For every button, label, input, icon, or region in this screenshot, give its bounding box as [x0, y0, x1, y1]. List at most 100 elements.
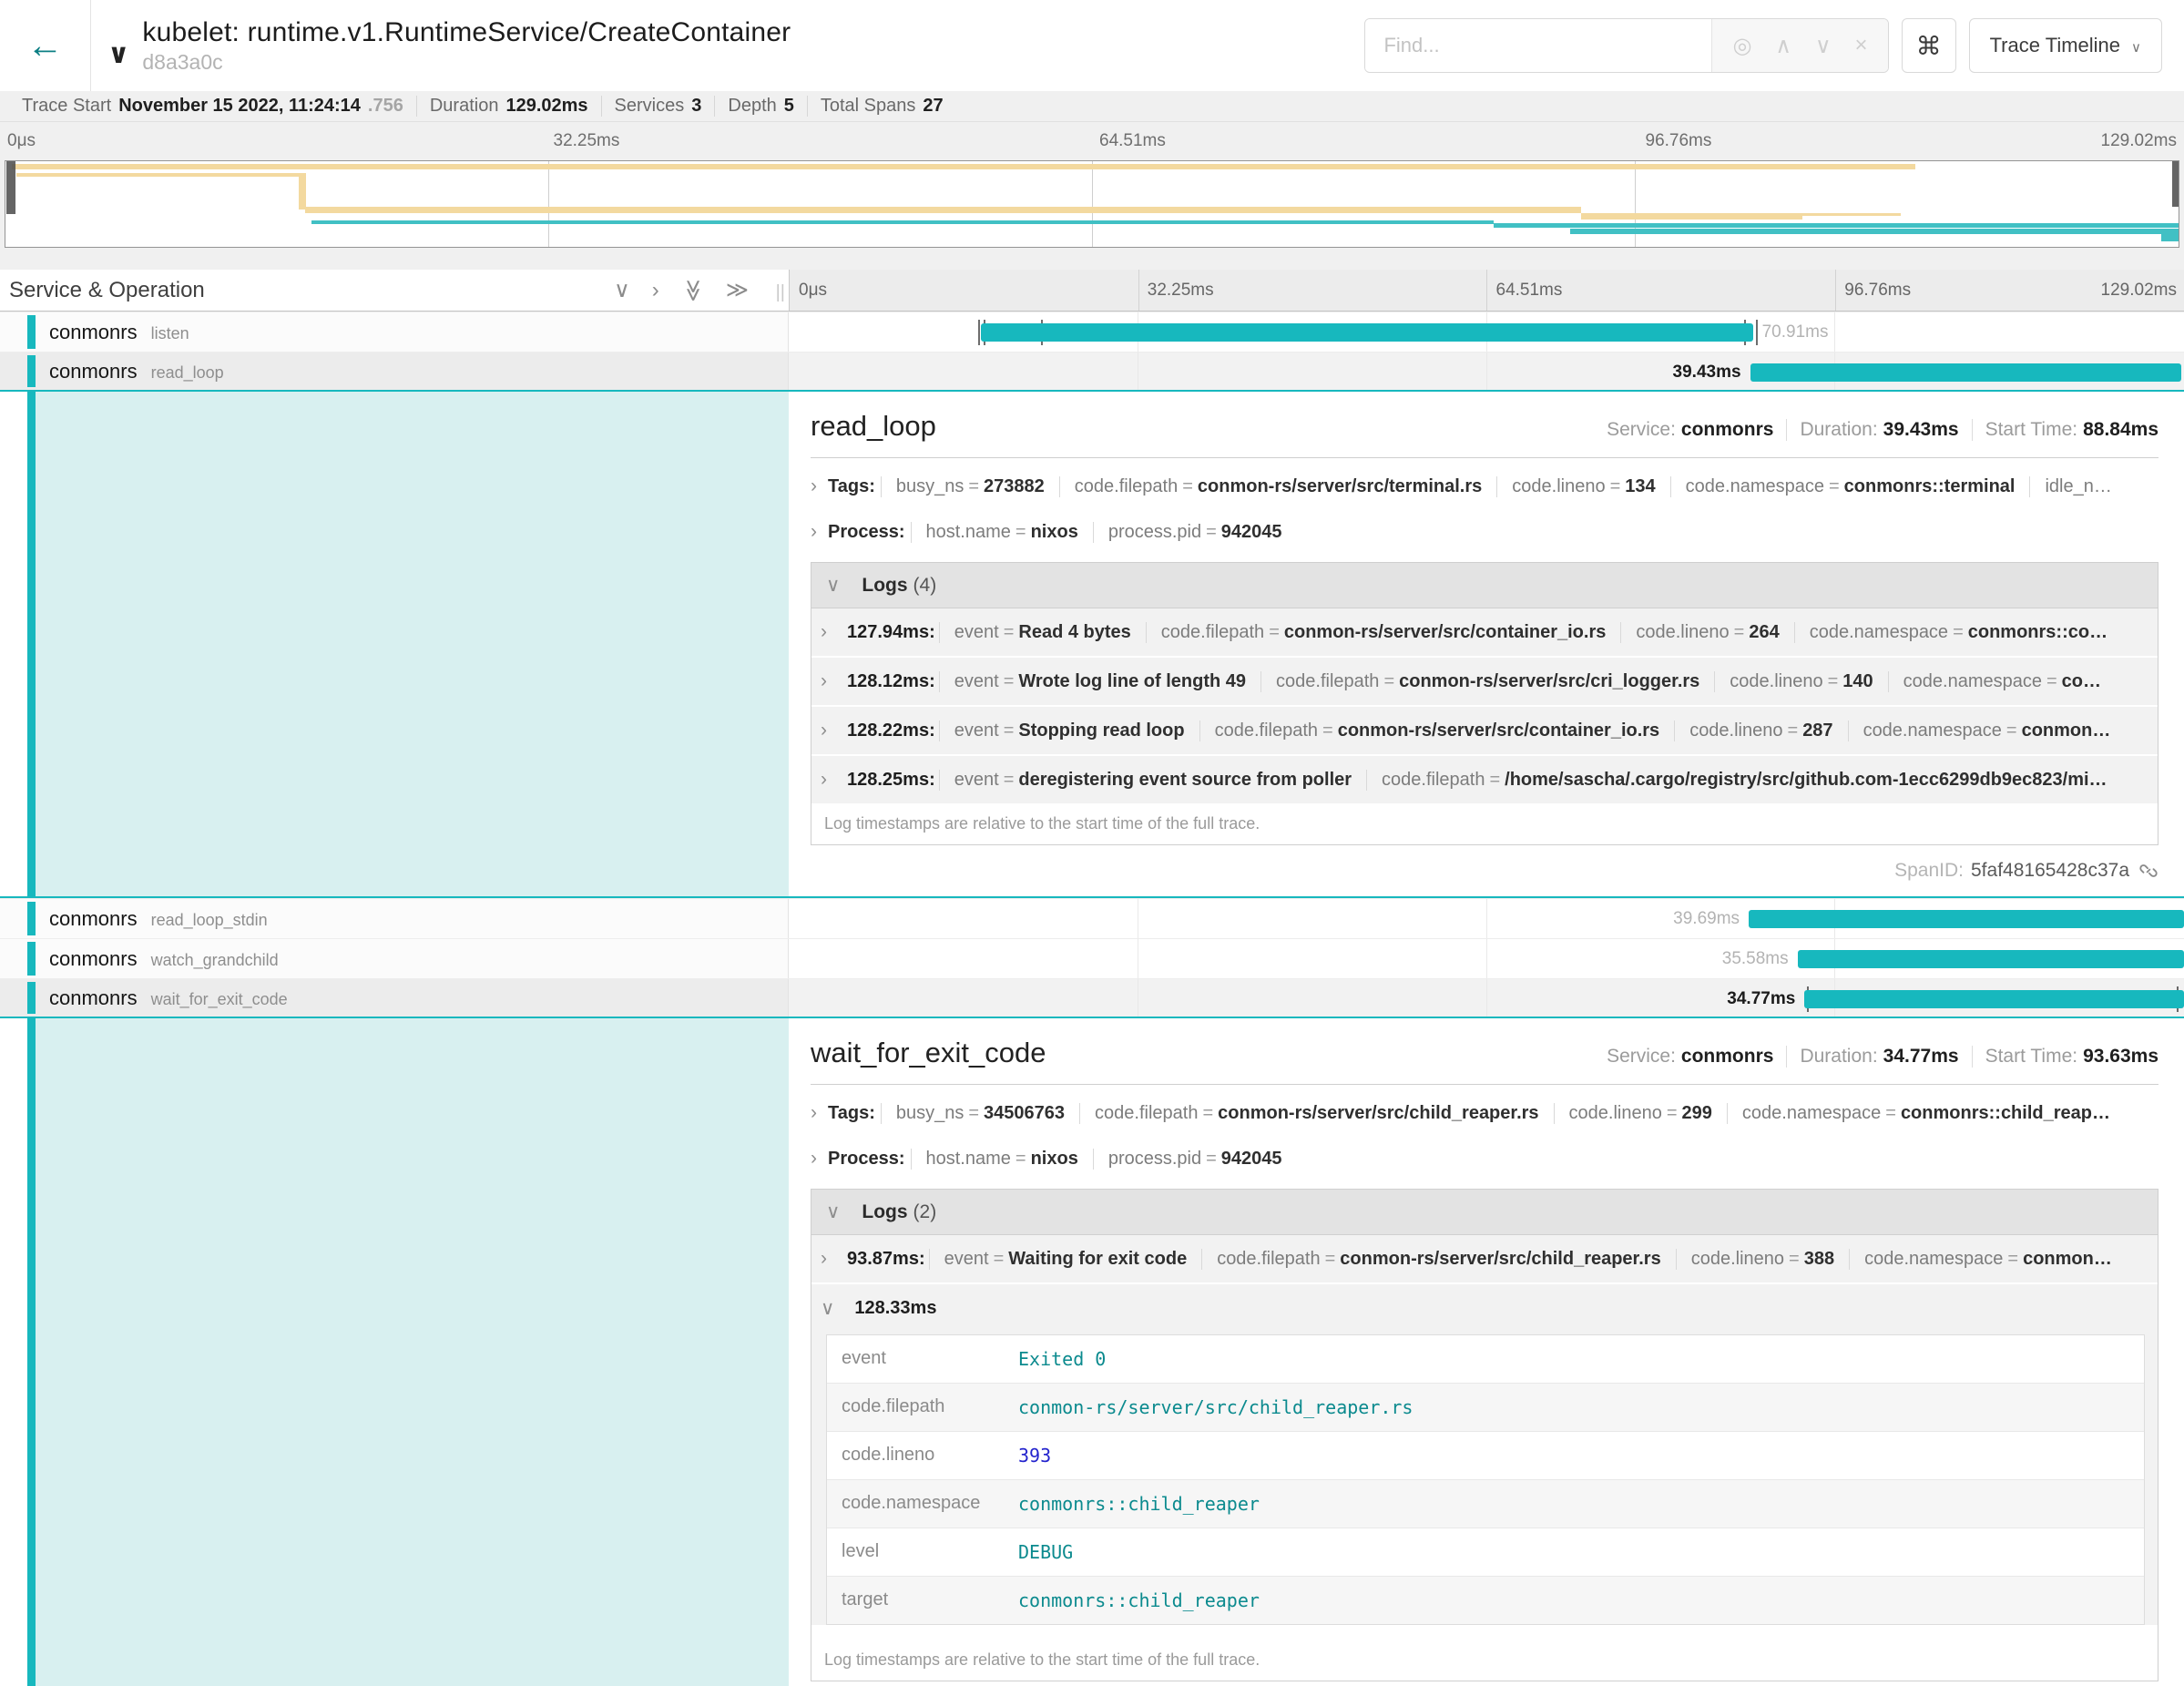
- service-color-bar: [27, 982, 36, 1014]
- back-button[interactable]: ←: [0, 0, 91, 91]
- process-item[interactable]: host.name=nixos: [911, 522, 1093, 543]
- log-field-row: code.filepathconmon-rs/server/src/child_…: [827, 1383, 2144, 1431]
- summary-label: Trace Start: [22, 96, 111, 117]
- find-input[interactable]: [1365, 19, 1711, 72]
- keyboard-shortcuts-button[interactable]: ⌘: [1902, 18, 1956, 73]
- tag-key: code.namespace: [1686, 476, 1824, 496]
- span-row[interactable]: conmonrswait_for_exit_code34.77ms: [0, 978, 2184, 1018]
- find-clear-icon[interactable]: ×: [1855, 33, 1868, 58]
- process-item[interactable]: process.pid=942045: [1093, 1149, 1297, 1170]
- log-field-item[interactable]: code.lineno=264: [1620, 622, 1793, 643]
- tag-value: Read 4 bytes: [1018, 622, 1130, 642]
- log-field-item[interactable]: code.filepath=conmon-rs/server/src/cri_l…: [1260, 671, 1714, 692]
- log-field-item[interactable]: code.lineno=388: [1676, 1249, 1849, 1270]
- log-field-item[interactable]: code.filepath=conmon-rs/server/src/conta…: [1199, 720, 1675, 741]
- tags-row[interactable]: ›Tags:busy_ns=273882code.filepath=conmon…: [811, 464, 2158, 509]
- log-timestamp: 128.25ms:: [847, 770, 935, 791]
- logs-header[interactable]: ∨Logs(2): [811, 1190, 2158, 1235]
- meta-start-time: Start Time:93.63ms: [1973, 1046, 2158, 1068]
- log-field-item[interactable]: event=Waiting for exit code: [929, 1249, 1202, 1270]
- ruler-tick-label: 0μs: [7, 131, 36, 151]
- log-entry-row[interactable]: ›128.25ms:event=deregistering event sour…: [811, 754, 2158, 803]
- span-name-cell[interactable]: conmonrswatch_grandchild: [0, 939, 789, 978]
- span-name-cell[interactable]: conmonrsread_loop: [0, 353, 789, 390]
- tag-item[interactable]: busy_ns=273882: [881, 476, 1059, 497]
- tag-value: 942045: [1221, 1149, 1282, 1169]
- log-entry-expanded-header[interactable]: ∨128.33ms: [811, 1282, 2158, 1333]
- collapse-all-icon[interactable]: ≫: [681, 279, 703, 301]
- minimap-range-handle[interactable]: [2172, 161, 2179, 207]
- span-row[interactable]: conmonrswatch_grandchild35.58ms: [0, 938, 2184, 978]
- collapse-one-icon[interactable]: ∨: [614, 280, 630, 301]
- tag-item[interactable]: code.namespace=conmonrs::terminal: [1670, 476, 2030, 497]
- span-name-cell[interactable]: conmonrsread_loop_stdin: [0, 899, 789, 938]
- log-field-item[interactable]: code.filepath=/home/sascha/.cargo/regist…: [1366, 770, 2122, 791]
- logs-section: ∨Logs(2)›93.87ms:event=Waiting for exit …: [811, 1189, 2158, 1681]
- log-entry-row[interactable]: ›128.22ms:event=Stopping read loopcode.f…: [811, 705, 2158, 754]
- log-field-item[interactable]: code.lineno=287: [1674, 720, 1847, 741]
- span-row[interactable]: conmonrslisten70.91ms: [0, 312, 2184, 352]
- span-timeline-cell: 39.69ms: [789, 899, 2184, 938]
- span-name-cell[interactable]: conmonrswait_for_exit_code: [0, 979, 789, 1017]
- logs-header[interactable]: ∨Logs(4): [811, 563, 2158, 608]
- log-field-item[interactable]: event=deregistering event source from po…: [939, 770, 1366, 791]
- trace-timeline-minimap[interactable]: [5, 160, 2179, 248]
- tag-item[interactable]: code.filepath=conmon-rs/server/src/child…: [1079, 1103, 1554, 1124]
- detail-indent-fill: [36, 1018, 789, 1686]
- expand-all-icon[interactable]: ≫: [726, 280, 749, 301]
- span-bar[interactable]: [1798, 950, 2184, 968]
- equals-sign: =: [1201, 522, 1221, 542]
- tag-item[interactable]: code.lineno=134: [1496, 476, 1669, 497]
- log-field-item[interactable]: code.filepath=conmon-rs/server/src/conta…: [1146, 622, 1621, 643]
- log-field-item[interactable]: event=Wrote log line of length 49: [939, 671, 1260, 692]
- log-entry-row[interactable]: ›93.87ms:event=Waiting for exit codecode…: [811, 1235, 2158, 1282]
- tags-row[interactable]: ›Tags:busy_ns=34506763code.filepath=conm…: [811, 1090, 2158, 1136]
- find-next-icon[interactable]: ∨: [1815, 33, 1832, 59]
- tag-item[interactable]: code.filepath=conmon-rs/server/src/termi…: [1059, 476, 1496, 497]
- deep-link-icon[interactable]: [2138, 861, 2158, 881]
- span-bar[interactable]: [1750, 363, 2181, 382]
- log-entry-row[interactable]: ›128.12ms:event=Wrote log line of length…: [811, 656, 2158, 705]
- log-field-item[interactable]: code.namespace=co…: [1888, 671, 2116, 692]
- log-field-item[interactable]: event=Stopping read loop: [939, 720, 1199, 741]
- log-timestamp: 128.12ms:: [847, 671, 935, 692]
- find-prev-icon[interactable]: ∧: [1775, 33, 1791, 59]
- column-resizer-handle[interactable]: ||: [776, 282, 785, 303]
- trace-view-selector[interactable]: Trace Timeline ∨: [1969, 18, 2162, 73]
- tag-item[interactable]: idle_n…: [2029, 476, 2126, 497]
- log-fields-table: eventExited 0code.filepathconmon-rs/serv…: [826, 1334, 2145, 1625]
- tag-item[interactable]: code.lineno=299: [1554, 1103, 1727, 1124]
- minimap-span-bar: [299, 173, 306, 209]
- log-field-item[interactable]: code.namespace=conmon…: [1849, 1249, 2127, 1270]
- tag-item[interactable]: busy_ns=34506763: [881, 1103, 1079, 1124]
- span-name-cell[interactable]: conmonrslisten: [0, 312, 789, 352]
- process-row[interactable]: ›Process:host.name=nixosprocess.pid=9420…: [811, 1136, 2158, 1181]
- span-boundary-tick: [978, 320, 980, 345]
- process-item[interactable]: process.pid=942045: [1093, 522, 1297, 543]
- span-row[interactable]: conmonrsread_loop39.43ms: [0, 352, 2184, 392]
- chevron-down-icon[interactable]: ∨: [107, 38, 129, 70]
- process-item[interactable]: host.name=nixos: [911, 1149, 1093, 1170]
- log-field-item[interactable]: code.namespace=conmon…: [1848, 720, 2126, 741]
- span-bar[interactable]: [1804, 990, 2184, 1008]
- service-name: conmonrs: [49, 360, 138, 383]
- locate-icon[interactable]: ◎: [1732, 33, 1751, 59]
- span-row[interactable]: conmonrsread_loop_stdin39.69ms: [0, 898, 2184, 938]
- ruler-tick-label: 96.76ms: [1646, 131, 1712, 151]
- span-bar[interactable]: [1749, 910, 2184, 928]
- ruler-tick-label: 129.02ms: [2101, 131, 2177, 151]
- log-entry-row[interactable]: ›127.94ms:event=Read 4 bytescode.filepat…: [811, 608, 2158, 656]
- tag-item[interactable]: code.namespace=conmonrs::child_reap…: [1727, 1103, 2125, 1124]
- span-bar[interactable]: [981, 323, 1752, 342]
- tag-key: code.namespace: [1810, 622, 1948, 642]
- equals-sign: =: [964, 476, 984, 496]
- log-field-item[interactable]: code.namespace=conmonrs::co…: [1794, 622, 2122, 643]
- equals-sign: =: [999, 622, 1019, 642]
- log-field-item[interactable]: event=Read 4 bytes: [939, 622, 1146, 643]
- log-field-item[interactable]: code.filepath=conmon-rs/server/src/child…: [1201, 1249, 1676, 1270]
- log-field-item[interactable]: code.lineno=140: [1714, 671, 1887, 692]
- minimap-range-handle[interactable]: [6, 161, 15, 214]
- expand-one-icon[interactable]: ›: [652, 280, 659, 301]
- process-row[interactable]: ›Process:host.name=nixosprocess.pid=9420…: [811, 509, 2158, 555]
- detail-header: wait_for_exit_codeService:conmonrsDurati…: [811, 1037, 2158, 1069]
